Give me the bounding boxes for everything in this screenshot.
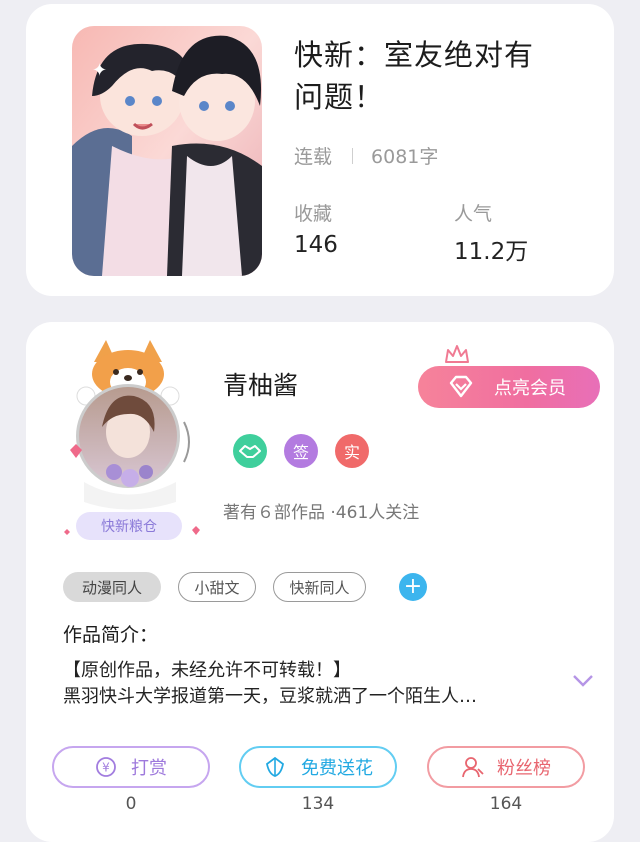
tip-button-label: 打赏 — [131, 758, 167, 779]
fan-ranking-button[interactable]: 粉丝榜 — [427, 746, 585, 788]
flowers-count: 134 — [301, 794, 335, 814]
tag-anime-fanfic[interactable]: 动漫同人 — [63, 572, 161, 602]
sign-icon[interactable]: 签 — [284, 434, 318, 468]
book-info-card: ✦ 快新：室友绝对有 问题！ 连载 6081字 收藏 146 人气 11.2万 — [26, 4, 614, 296]
intro-heading: 作品简介： — [63, 624, 159, 646]
fans-count: 164 — [489, 794, 523, 814]
divider — [352, 147, 354, 164]
popularity-value: 11.2万 — [454, 239, 529, 265]
chevron-down-icon[interactable] — [572, 674, 594, 688]
tip-count: 0 — [125, 794, 137, 814]
vip-membership-button[interactable]: 点亮会员 — [418, 366, 600, 408]
popularity-label: 人气 — [454, 203, 493, 225]
crown-icon — [445, 345, 469, 363]
diamond-icon — [449, 375, 473, 398]
tip-button[interactable]: ¥ 打赏 — [52, 746, 210, 788]
intro-line: 【原创作品，未经允许不可转载！】 — [63, 660, 351, 681]
verified-icon[interactable]: 实 — [335, 434, 369, 468]
favorites-label: 收藏 — [294, 203, 333, 225]
author-name[interactable]: 青柚酱 — [223, 366, 298, 402]
send-flowers-button[interactable]: 免费送花 — [239, 746, 397, 788]
fans-icon — [462, 757, 484, 778]
favorites-value: 146 — [294, 232, 338, 258]
add-tag-button[interactable]: + — [399, 573, 427, 601]
flower-icon — [266, 756, 284, 777]
avatar-caption: 快新粮仓 — [101, 519, 157, 535]
tag-kaishin-fanfic[interactable]: 快新同人 — [273, 572, 366, 602]
works-and-followers: 著有６部作品 ·461人关注 — [223, 503, 420, 523]
book-title: 快新：室友绝对有 问题！ — [294, 38, 535, 114]
tag-sweet-story[interactable]: 小甜文 — [178, 572, 256, 602]
svg-text:¥: ¥ — [102, 761, 110, 775]
intro-text: 【原创作品，未经允许不可转载！】 黑羽快斗大学报道第一天，豆浆就洒了一个陌生人… — [63, 658, 563, 710]
author-avatar[interactable]: 快新粮仓 — [54, 332, 214, 542]
book-meta: 连载 6081字 — [294, 142, 438, 169]
send-flowers-label: 免费送花 — [301, 758, 373, 779]
fan-ranking-label: 粉丝榜 — [497, 758, 551, 779]
author-card: 快新粮仓 青柚酱 点亮会员 签 实 著有６部作品 ·461人关注 动漫同人 小甜… — [26, 322, 614, 842]
intro-line: 黑羽快斗大学报道第一天，豆浆就洒了一个陌生人… — [63, 686, 477, 707]
yen-icon: ¥ — [96, 757, 116, 777]
book-cover-image[interactable]: ✦ — [72, 26, 262, 276]
vip-button-label: 点亮会员 — [494, 378, 566, 399]
word-count: 6081字 — [371, 146, 439, 168]
serial-status: 连载 — [294, 146, 333, 168]
handshake-icon[interactable] — [233, 434, 267, 468]
svg-text:✦: ✦ — [92, 60, 107, 81]
